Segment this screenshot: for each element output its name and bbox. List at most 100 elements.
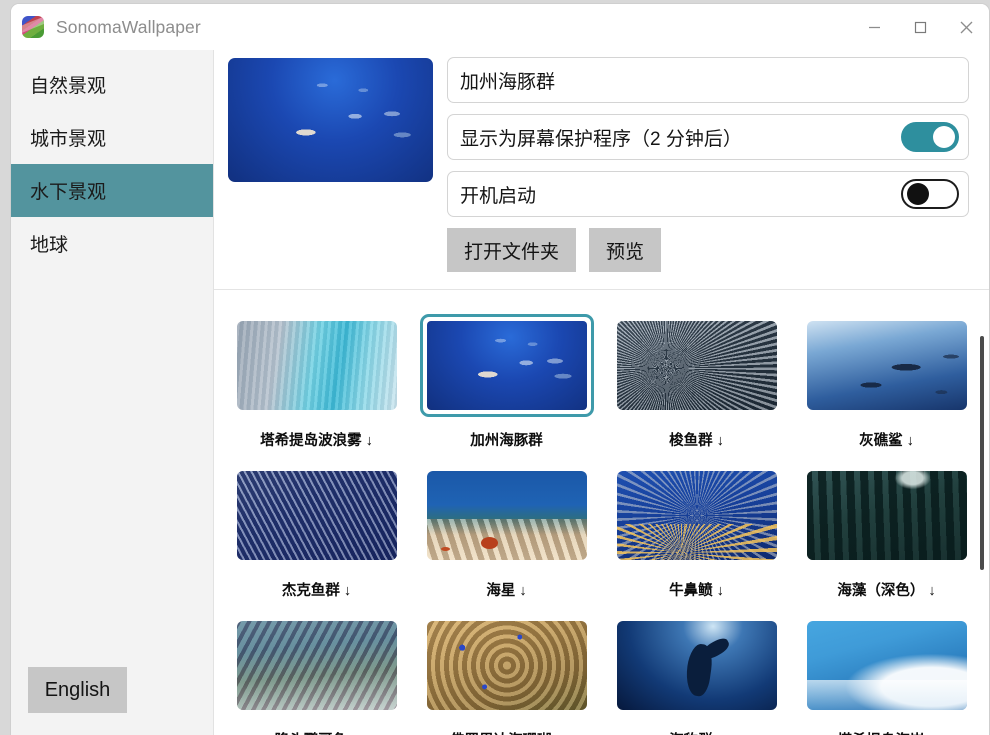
settings-panel: 加州海豚群 显示为屏幕保护程序（2 分钟后） 开机启动 打开文件夹 预览	[214, 50, 989, 290]
wallpaper-item[interactable]: 海藻（深色） ↓	[792, 464, 982, 614]
sidebar-item-underwater[interactable]: 水下景观	[11, 164, 213, 217]
wallpaper-item[interactable]: 塔希提岛海岸 ↓	[792, 614, 982, 735]
wallpaper-thumbnail	[426, 471, 587, 560]
toggle-knob	[933, 126, 955, 148]
wallpaper-thumb-box[interactable]	[610, 464, 784, 567]
thumbnail-image	[236, 321, 397, 410]
startup-toggle[interactable]	[901, 179, 959, 209]
startup-label: 开机启动	[460, 185, 537, 207]
wallpaper-label: 海藻（深色） ↓	[837, 583, 936, 599]
thumbnail-image	[806, 321, 967, 410]
wallpaper-thumb-box[interactable]	[230, 464, 404, 567]
wallpaper-thumb-box[interactable]	[800, 314, 974, 417]
thumbnail-image	[616, 321, 777, 410]
wallpaper-thumbnail	[616, 621, 777, 710]
action-buttons: 打开文件夹 预览	[447, 228, 969, 272]
wallpaper-thumb-box[interactable]	[800, 464, 974, 567]
wallpaper-item[interactable]: 海星 ↓	[412, 464, 602, 614]
wallpaper-thumbnail	[426, 321, 587, 410]
wallpaper-item[interactable]: 牛鼻鲼 ↓	[602, 464, 792, 614]
wallpaper-item[interactable]: 梭鱼群 ↓	[602, 314, 792, 464]
main-body: 自然景观 城市景观 水下景观 地球 English 加州海豚群 显示为屏幕保护程…	[11, 50, 989, 735]
wallpaper-thumbnail	[806, 471, 967, 560]
preview-button[interactable]: 预览	[589, 228, 662, 272]
wallpaper-label: 梭鱼群 ↓	[669, 433, 724, 449]
wallpaper-item[interactable]: 佛罗里达海珊瑚 ↓	[412, 614, 602, 735]
wallpaper-thumbnail	[236, 471, 397, 560]
wallpaper-label: 灰礁鲨 ↓	[859, 433, 914, 449]
minimize-icon	[868, 26, 880, 28]
open-folder-button[interactable]: 打开文件夹	[447, 228, 577, 272]
title-bar: SonomaWallpaper	[11, 4, 989, 50]
language-button[interactable]: English	[28, 667, 127, 713]
wallpaper-item[interactable]: 塔希提岛波浪雾 ↓	[222, 314, 412, 464]
wallpaper-gallery-scroll[interactable]: 塔希提岛波浪雾 ↓ 加州海豚群 梭鱼群 ↓ 灰礁鲨 ↓ 杰克鱼群 ↓ 海星 ↓ …	[214, 290, 989, 735]
wallpaper-label: 塔希提岛海岸 ↓	[837, 729, 935, 735]
thumbnail-image	[426, 621, 587, 710]
wallpaper-thumb-box[interactable]	[800, 614, 974, 717]
sidebar-item-label: 水下景观	[30, 182, 107, 203]
sidebar-item-label: 自然景观	[30, 76, 107, 97]
sidebar-item-label: 城市景观	[30, 129, 107, 150]
wallpaper-name-value: 加州海豚群	[460, 71, 556, 93]
wallpaper-thumb-box[interactable]	[230, 614, 404, 717]
screensaver-toggle[interactable]	[901, 122, 959, 152]
wallpaper-item[interactable]: 灰礁鲨 ↓	[792, 314, 982, 464]
wallpaper-thumb-box[interactable]	[610, 314, 784, 417]
wallpaper-item[interactable]: 杰克鱼群 ↓	[222, 464, 412, 614]
sidebar-item-label: 地球	[30, 235, 69, 256]
wallpaper-label: 佛罗里达海珊瑚 ↓	[450, 729, 563, 735]
thumbnail-image	[426, 321, 587, 410]
wallpaper-label: 杰克鱼群 ↓	[281, 583, 352, 599]
sidebar-item-nature[interactable]: 自然景观	[11, 58, 213, 111]
wallpaper-label: 海豹群 ↓	[669, 729, 724, 735]
gallery-scrollbar-thumb[interactable]	[980, 336, 984, 570]
thumbnail-image	[806, 621, 967, 710]
maximize-icon	[914, 21, 926, 33]
wallpaper-label: 牛鼻鲼 ↓	[669, 583, 724, 599]
wallpaper-thumbnail	[806, 321, 967, 410]
thumbnail-image	[236, 621, 397, 710]
wallpaper-thumbnail	[236, 321, 397, 410]
selected-wallpaper-preview	[228, 58, 433, 182]
wallpaper-label: 加州海豚群	[470, 433, 543, 449]
thumbnail-image	[616, 621, 777, 710]
wallpaper-label: 塔希提岛波浪雾 ↓	[260, 433, 373, 449]
gallery-scrollbar[interactable]	[979, 290, 986, 735]
close-icon	[960, 21, 972, 33]
app-title: SonomaWallpaper	[56, 16, 201, 37]
screensaver-label: 显示为屏幕保护程序（2 分钟后）	[460, 128, 742, 150]
wallpaper-thumb-box[interactable]	[230, 314, 404, 417]
sidebar-item-earth[interactable]: 地球	[11, 217, 213, 270]
application-window: SonomaWallpaper 自然景观 城市景观 水下景观 地球 Englis…	[10, 3, 990, 735]
wallpaper-label: 隆头鹦哥鱼 ↓	[275, 729, 359, 735]
minimize-button[interactable]	[851, 4, 897, 50]
wallpaper-thumb-box[interactable]	[420, 464, 594, 567]
thumbnail-image	[236, 471, 397, 560]
content-area: 加州海豚群 显示为屏幕保护程序（2 分钟后） 开机启动 打开文件夹 预览 塔希提…	[214, 50, 989, 735]
maximize-button[interactable]	[897, 4, 943, 50]
wallpaper-thumb-box[interactable]	[420, 614, 594, 717]
window-controls	[851, 4, 989, 50]
wallpaper-thumbnail	[616, 321, 777, 410]
wallpaper-thumb-box-selected[interactable]	[419, 314, 594, 417]
wallpaper-item[interactable]: 隆头鹦哥鱼 ↓	[222, 614, 412, 735]
wallpaper-thumbnail	[616, 471, 777, 560]
wallpaper-label: 海星 ↓	[486, 583, 527, 599]
sidebar-item-city[interactable]: 城市景观	[11, 111, 213, 164]
wallpaper-name-field[interactable]: 加州海豚群	[447, 57, 969, 103]
thumbnail-image	[616, 471, 777, 560]
wallpaper-item[interactable]: 海豹群 ↓	[602, 614, 792, 735]
wallpaper-thumbnail	[236, 621, 397, 710]
settings-controls: 加州海豚群 显示为屏幕保护程序（2 分钟后） 开机启动 打开文件夹 预览	[447, 55, 969, 289]
wallpaper-thumbnail	[806, 621, 967, 710]
wallpaper-thumbnail	[426, 621, 587, 710]
sidebar: 自然景观 城市景观 水下景观 地球 English	[11, 50, 214, 735]
wallpaper-thumb-box[interactable]	[610, 614, 784, 717]
toggle-knob	[907, 183, 929, 205]
close-button[interactable]	[943, 4, 989, 50]
app-logo-icon	[22, 16, 44, 38]
wallpaper-item[interactable]: 加州海豚群	[412, 314, 602, 464]
screensaver-setting-row[interactable]: 显示为屏幕保护程序（2 分钟后）	[447, 114, 969, 160]
startup-setting-row[interactable]: 开机启动	[447, 171, 969, 217]
